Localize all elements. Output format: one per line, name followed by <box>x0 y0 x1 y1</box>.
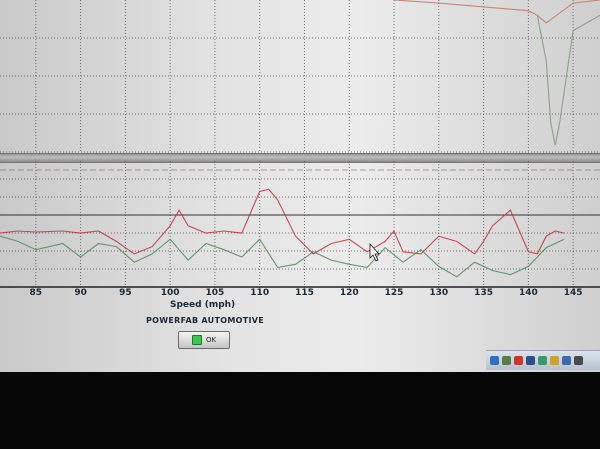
x-axis-ticks: 85 90 95 100 105 110 115 120 125 130 135 140 145 <box>0 288 600 302</box>
monitor-icon[interactable] <box>526 356 535 365</box>
x-tick-label: 105 <box>205 288 225 298</box>
monitor-screen: 85 90 95 100 105 110 115 120 125 130 135 140 145 Spe… <box>0 0 600 372</box>
x-axis-label: Speed (mph) <box>170 300 236 310</box>
mouse-cursor-icon <box>369 242 380 262</box>
x-tick-label: 90 <box>74 288 87 298</box>
chat-icon[interactable] <box>538 356 547 365</box>
ok-button[interactable]: OK <box>178 331 230 349</box>
network-icon[interactable] <box>490 356 499 365</box>
speed-chart <box>0 161 600 288</box>
x-tick-label: 125 <box>384 288 404 298</box>
upper-series-line-2 <box>536 14 600 146</box>
x-tick-label: 110 <box>250 288 270 298</box>
x-tick-label: 95 <box>119 288 132 298</box>
shield-icon[interactable] <box>514 356 523 365</box>
upper-series-line-1 <box>393 0 600 24</box>
volume-icon[interactable] <box>502 356 511 365</box>
x-tick-label: 130 <box>429 288 449 298</box>
series-line-2 <box>0 235 565 278</box>
update-icon[interactable] <box>562 356 571 365</box>
ok-label: OK <box>205 336 217 344</box>
x-tick-label: 145 <box>563 288 583 298</box>
series-line-1 <box>0 188 565 255</box>
x-tick-label: 135 <box>474 288 493 298</box>
x-tick-label: 100 <box>160 288 180 298</box>
system-tray <box>486 350 600 370</box>
x-tick-label: 140 <box>518 288 538 298</box>
mail-icon[interactable] <box>550 356 559 365</box>
upper-chart <box>0 0 600 153</box>
x-tick-label: 115 <box>295 288 314 298</box>
battery-icon[interactable] <box>574 356 583 365</box>
ok-check-icon <box>191 335 202 345</box>
x-tick-label: 85 <box>29 288 43 298</box>
x-tick-label: 120 <box>339 288 359 298</box>
brand-label: POWERFAB AUTOMOTIVE <box>146 316 264 325</box>
monitor-bezel <box>0 372 600 449</box>
